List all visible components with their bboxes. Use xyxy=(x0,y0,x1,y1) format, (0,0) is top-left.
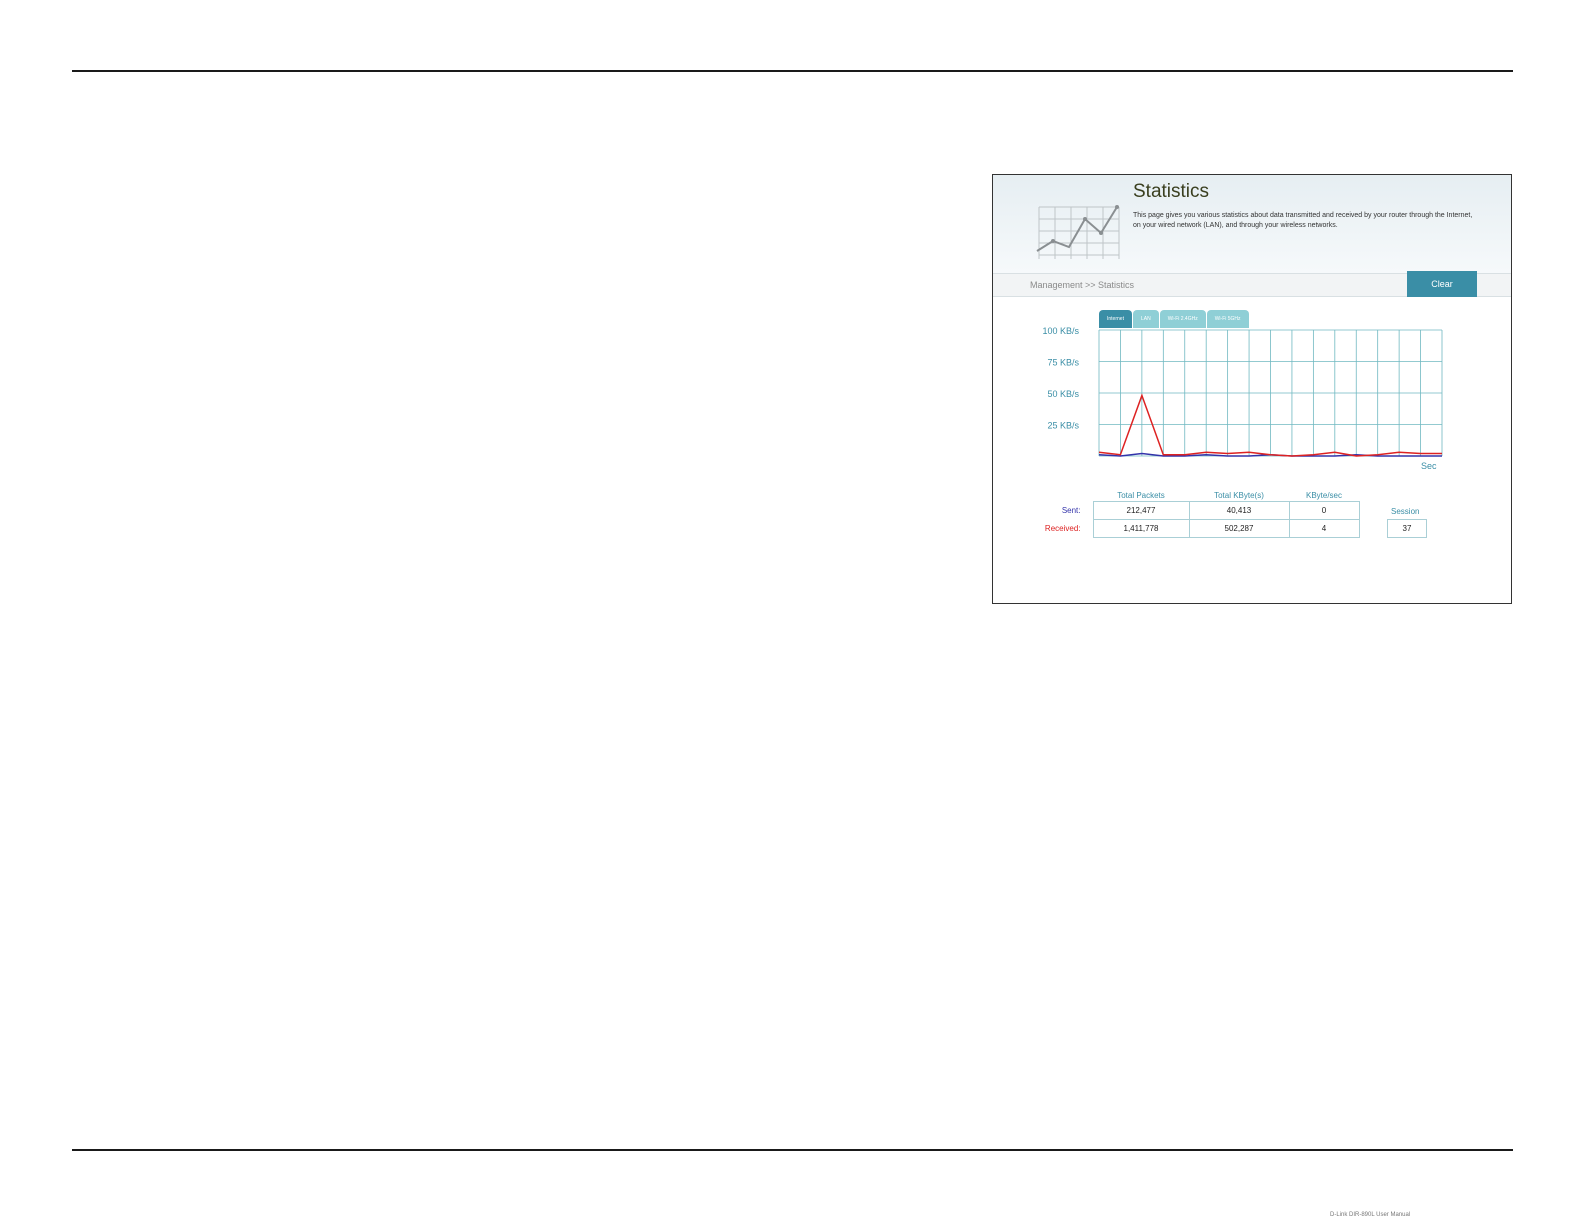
header-banner: Statistics This page gives you various s… xyxy=(993,175,1511,273)
top-divider xyxy=(72,70,1513,72)
traffic-chart: 100 KB/s 75 KB/s 50 KB/s 25 KB/s Sec xyxy=(1042,326,1443,471)
bottom-divider xyxy=(72,1149,1513,1151)
table-row-sent: Sent: 212,477 40,413 0 xyxy=(1043,501,1360,520)
sent-label: Sent: xyxy=(1061,506,1081,515)
received-label: Received: xyxy=(1044,524,1081,533)
page-footer: D-Link DIR-890L User Manual xyxy=(1330,1212,1411,1218)
col-total-kbytes: Total KByte(s) xyxy=(1214,491,1264,500)
session-value: 37 xyxy=(1387,519,1427,538)
sent-total-packets: 212,477 xyxy=(1092,501,1190,520)
breadcrumb: Management >> Statistics xyxy=(1030,280,1135,290)
y-tick-label: 50 KB/s xyxy=(1047,389,1079,399)
sent-kbyte-sec: 0 xyxy=(1288,501,1360,520)
session-label: Session xyxy=(1391,507,1420,516)
statistics-table: Total Packets Total KByte(s) KByte/sec S… xyxy=(1043,490,1360,538)
received-kbyte-sec: 4 xyxy=(1288,519,1360,538)
sent-total-kbytes: 40,413 xyxy=(1188,501,1290,520)
clear-button[interactable]: Clear xyxy=(1407,271,1477,297)
col-kbyte-sec: KByte/sec xyxy=(1305,491,1342,500)
x-axis-label: Sec xyxy=(1421,461,1437,471)
y-axis-labels: 100 KB/s 75 KB/s 50 KB/s 25 KB/s xyxy=(1042,326,1079,431)
statistics-screenshot: Statistics This page gives you various s… xyxy=(992,174,1512,604)
chart-grid xyxy=(1098,329,1443,457)
table-header-row: Total Packets Total KByte(s) KByte/sec xyxy=(1043,490,1359,502)
page-title: Statistics xyxy=(1133,181,1210,202)
col-total-packets: Total Packets xyxy=(1117,491,1165,500)
table-row-received: Received: 1,411,778 502,287 4 xyxy=(1043,519,1360,538)
y-tick-label: 25 KB/s xyxy=(1047,421,1079,431)
page-description: This page gives you various statistics a… xyxy=(1133,212,1473,229)
received-total-packets: 1,411,778 xyxy=(1092,519,1190,538)
y-tick-label: 100 KB/s xyxy=(1042,326,1079,336)
received-total-kbytes: 502,287 xyxy=(1188,519,1290,538)
statistics-chart-icon xyxy=(1036,205,1120,259)
y-tick-label: 75 KB/s xyxy=(1047,358,1079,368)
